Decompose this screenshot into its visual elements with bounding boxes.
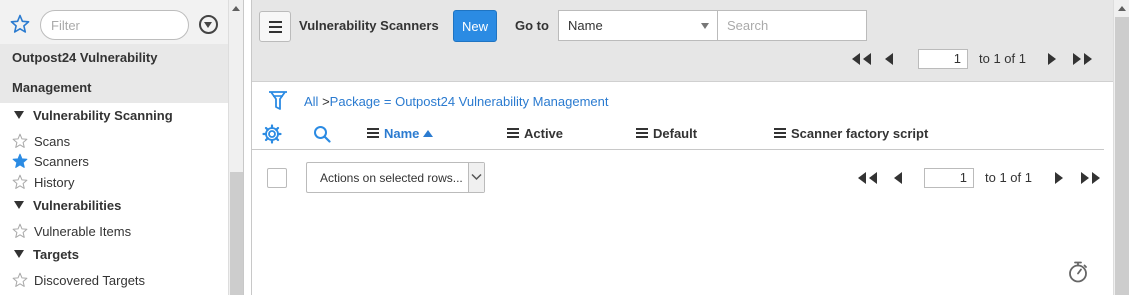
column-label: Default: [653, 126, 698, 141]
first-page-icon[interactable]: [849, 52, 873, 66]
list-title: Vulnerability Scanners: [299, 18, 439, 33]
context-menu-button[interactable]: [259, 11, 291, 42]
actions-select-label: Actions on selected rows...: [320, 171, 463, 185]
application-title-line1: Outpost24 Vulnerability: [12, 50, 158, 65]
module-label: Scans: [34, 134, 71, 149]
previous-page-icon[interactable]: [882, 52, 896, 66]
first-page-icon[interactable]: [855, 171, 879, 185]
module-label: History: [34, 175, 75, 190]
next-page-icon[interactable]: [1045, 52, 1059, 66]
chevron-down-circle-icon[interactable]: [199, 15, 218, 34]
column-header-row: Name Active Default Scanner factory scri…: [252, 118, 1104, 150]
column-menu-icon[interactable]: [507, 128, 519, 138]
goto-field-select[interactable]: Name: [558, 10, 718, 41]
chevron-down-icon: [471, 173, 482, 181]
application-navigator: Outpost24 Vulnerability Management Vulne…: [0, 0, 244, 295]
goto-field-value: Name: [568, 18, 603, 33]
column-label: Scanner factory script: [791, 126, 929, 141]
column-menu-icon[interactable]: [367, 128, 379, 138]
module-label: Discovered Targets: [34, 273, 146, 288]
scrollbar-thumb[interactable]: [230, 172, 243, 295]
module-history[interactable]: History: [12, 174, 74, 192]
next-page-icon[interactable]: [1052, 171, 1066, 185]
column-label: Name: [384, 126, 420, 141]
breadcrumb-all[interactable]: All: [304, 94, 318, 109]
scroll-up-arrow-icon[interactable]: [232, 6, 240, 11]
expanded-triangle-icon: [14, 111, 24, 119]
stopwatch-icon[interactable]: [1067, 260, 1089, 284]
column-active[interactable]: Active: [507, 126, 563, 141]
last-page-icon[interactable]: [1079, 171, 1103, 185]
column-name[interactable]: Name: [367, 126, 434, 141]
section-label: Targets: [33, 247, 79, 262]
gear-icon[interactable]: [262, 124, 282, 144]
star-outline-icon[interactable]: [12, 174, 28, 190]
filter-funnel-icon[interactable]: [267, 89, 289, 111]
star-filled-icon[interactable]: [12, 153, 28, 169]
star-outline-icon[interactable]: [10, 14, 30, 34]
caret-down-icon: [701, 23, 709, 29]
list-header: Vulnerability Scanners New Go to Name 1 …: [252, 0, 1114, 82]
sort-ascending-icon: [423, 130, 434, 137]
search-input[interactable]: [717, 10, 867, 41]
scroll-up-arrow-icon[interactable]: [1118, 6, 1126, 11]
module-vulnerable-items[interactable]: Vulnerable Items: [12, 223, 131, 241]
pagination-bottom: 1 to 1 of 1: [855, 168, 1105, 188]
actions-select[interactable]: Actions on selected rows...: [306, 162, 485, 193]
section-label: Vulnerability Scanning: [33, 108, 173, 123]
section-vulnerability-scanning[interactable]: Vulnerability Scanning: [14, 108, 173, 123]
goto-label: Go to: [515, 18, 549, 33]
module-label: Scanners: [34, 154, 89, 169]
star-outline-icon[interactable]: [12, 133, 28, 149]
column-menu-icon[interactable]: [636, 128, 648, 138]
module-scanners[interactable]: Scanners: [12, 153, 89, 171]
application-title[interactable]: Outpost24 Vulnerability Management: [0, 44, 228, 103]
application-title-line2: Management: [12, 80, 92, 95]
star-outline-icon[interactable]: [12, 223, 28, 239]
filter-input[interactable]: [40, 10, 189, 40]
select-all-checkbox[interactable]: [267, 168, 287, 188]
search-icon[interactable]: [313, 125, 331, 143]
page-range: to 1 of 1: [985, 170, 1032, 185]
pagination-top: 1 to 1 of 1: [849, 49, 1099, 69]
expanded-triangle-icon: [14, 250, 24, 258]
section-targets[interactable]: Targets: [14, 247, 79, 262]
breadcrumb-filter-condition[interactable]: Package = Outpost24 Vulnerability Manage…: [330, 94, 609, 109]
navigator-toolbar: [0, 0, 228, 48]
column-default[interactable]: Default: [636, 126, 697, 141]
section-label: Vulnerabilities: [33, 198, 122, 213]
page-range: to 1 of 1: [979, 51, 1026, 66]
list-view: Vulnerability Scanners New Go to Name 1 …: [251, 0, 1114, 295]
main-scrollbar[interactable]: [1113, 0, 1129, 295]
column-menu-icon[interactable]: [774, 128, 786, 138]
expanded-triangle-icon: [14, 201, 24, 209]
last-page-icon[interactable]: [1071, 52, 1095, 66]
page-input[interactable]: 1: [918, 49, 968, 69]
section-vulnerabilities[interactable]: Vulnerabilities: [14, 198, 121, 213]
actions-dropdown-toggle[interactable]: [468, 163, 484, 192]
navigator-scrollbar[interactable]: [228, 0, 243, 295]
scrollbar-thumb[interactable]: [1115, 17, 1129, 295]
column-label: Active: [524, 126, 564, 141]
new-button[interactable]: New: [453, 10, 497, 42]
page-input[interactable]: 1: [924, 168, 974, 188]
breadcrumb-separator: >: [322, 94, 330, 109]
module-discovered-targets[interactable]: Discovered Targets: [12, 272, 145, 290]
column-scanner-factory-script[interactable]: Scanner factory script: [774, 126, 928, 141]
module-list: Vulnerability Scanning Scans Scanners Hi…: [0, 103, 228, 295]
star-outline-icon[interactable]: [12, 272, 28, 288]
module-scans[interactable]: Scans: [12, 133, 70, 151]
breadcrumb: All >Package = Outpost24 Vulnerability M…: [304, 94, 609, 109]
previous-page-icon[interactable]: [891, 171, 905, 185]
module-label: Vulnerable Items: [34, 224, 132, 239]
